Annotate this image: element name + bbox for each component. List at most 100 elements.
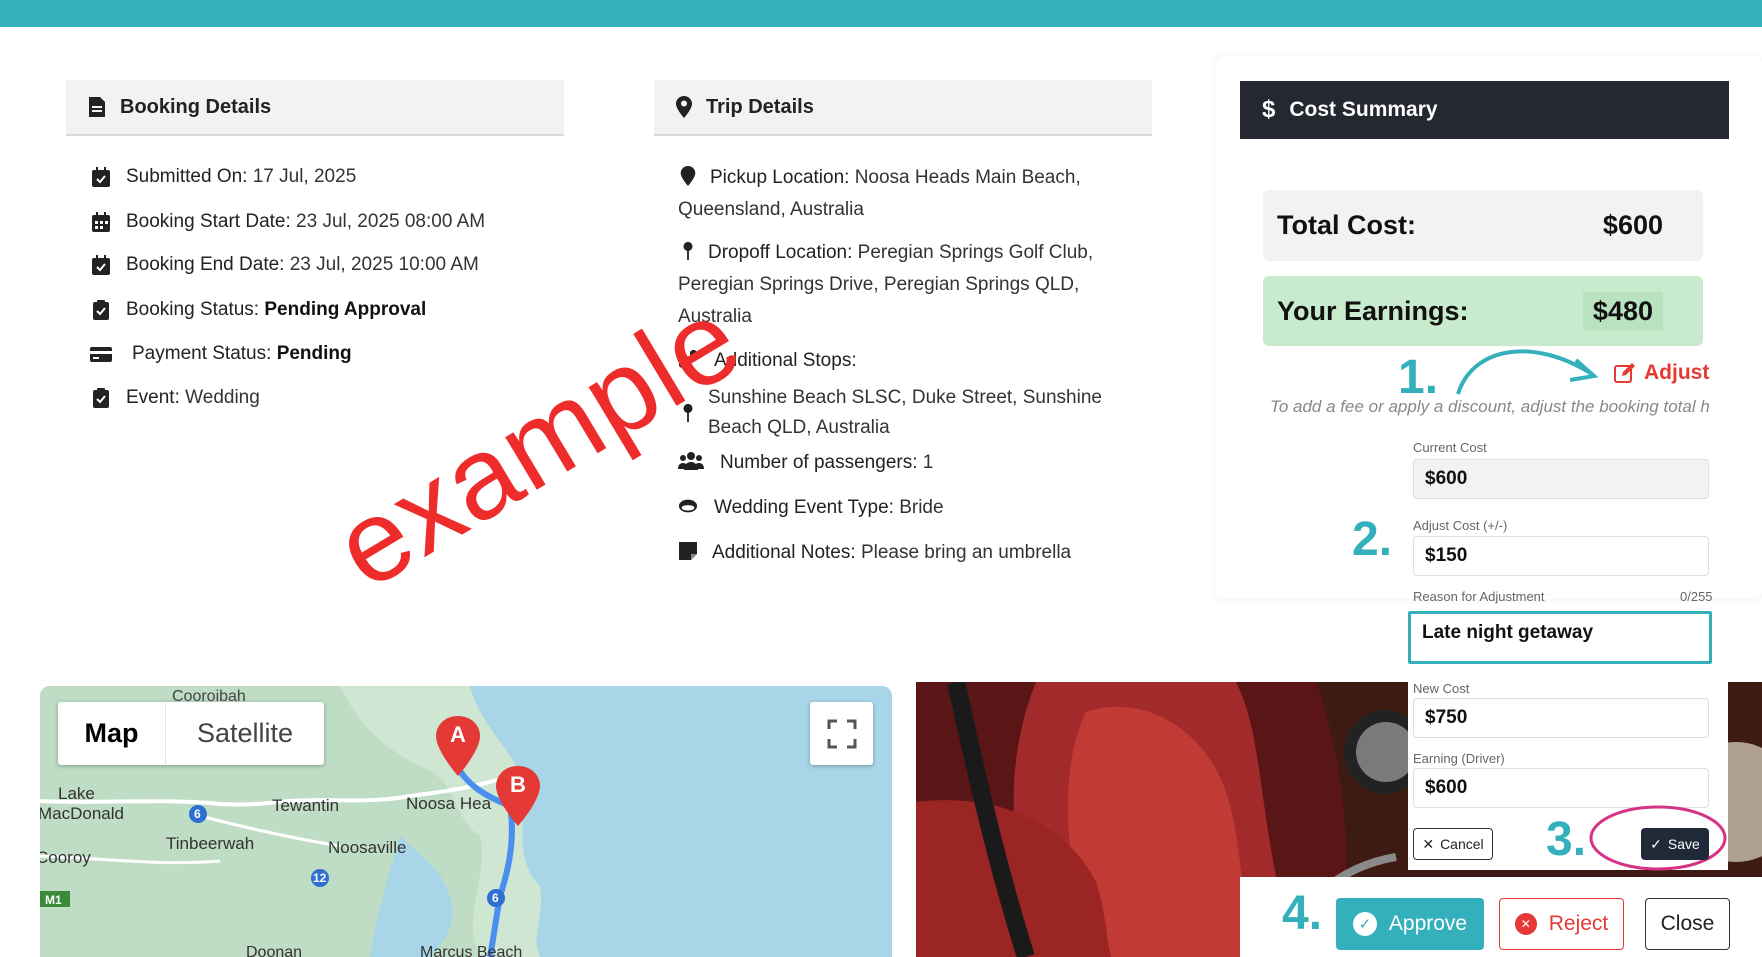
dropoff-line1: Peregian Springs Golf Club, (857, 242, 1094, 263)
new-cost-value: $750 (1425, 707, 1468, 728)
earnings-label: Your Earnings: (1277, 295, 1469, 326)
booking-status-label: Booking Status: (126, 299, 260, 320)
stop-line1: Sunshine Beach SLSC, Duke Street, Sunshi… (708, 387, 1102, 408)
earnings-box: Your Earnings: $480 (1263, 276, 1703, 346)
passengers-value: 1 (922, 452, 934, 473)
dropoff-row: Dropoff Location: Peregian Springs Golf … (678, 237, 1138, 333)
ring-icon (678, 499, 698, 513)
calendar-check-icon (92, 255, 110, 276)
submitted-label: Submitted On: (126, 166, 248, 187)
map-pin-icon (683, 241, 693, 261)
passengers-label: Number of passengers: (720, 452, 918, 473)
submitted-row: Submitted On: 17 Jul, 2025 (90, 166, 356, 189)
adjust-cost-label: Adjust Cost (+/-) (1413, 518, 1508, 533)
submitted-value: 17 Jul, 2025 (252, 166, 357, 187)
check-circle-icon: ✓ (1352, 912, 1377, 936)
reject-label: Reject (1548, 912, 1609, 935)
stop-line2: Beach QLD, Australia (708, 417, 890, 438)
clipboard-check-icon (93, 300, 109, 321)
event-row: Event: Wedding (90, 387, 260, 410)
booking-status-row: Booking Status: Pending Approval (90, 299, 426, 322)
adjust-cost-value: $150 (1425, 545, 1468, 566)
end-date-label: Booking End Date: (126, 254, 285, 275)
cancel-label: Cancel (1440, 836, 1484, 852)
wedding-type-value: Bride (899, 497, 944, 518)
start-date-row: Booking Start Date: 23 Jul, 2025 08:00 A… (90, 211, 485, 234)
earnings-value: $480 (1582, 291, 1663, 331)
save-label: Save (1667, 836, 1700, 852)
earning-driver-field: $600 (1413, 768, 1709, 808)
booking-details-title: Booking Details (120, 95, 272, 118)
reject-button[interactable]: ✕ Reject (1499, 898, 1624, 950)
reason-textarea[interactable]: Late night getaway (1408, 611, 1712, 664)
map-marker-icon (680, 166, 696, 186)
adjust-cost-input[interactable]: $150 (1413, 536, 1709, 576)
step-2-marker: 2. (1352, 513, 1393, 566)
total-cost-box: Total Cost: $600 (1263, 190, 1703, 261)
earning-driver-value: $600 (1425, 777, 1468, 798)
route-shield-1: 6 (194, 807, 201, 821)
start-date-value: 23 Jul, 2025 08:00 AM (296, 211, 486, 232)
current-cost-field: $600 (1413, 459, 1709, 499)
clipboard-check-icon (93, 388, 109, 409)
map-pin-icon (676, 96, 692, 118)
place-label: Lake (58, 784, 95, 803)
wedding-type-label: Wedding Event Type: (714, 497, 894, 518)
reason-char-count: 0/255 (1680, 589, 1713, 604)
approve-button[interactable]: ✓ Approve (1336, 898, 1484, 950)
route-shield-3: 6 (492, 891, 499, 905)
dropoff-label: Dropoff Location: (708, 242, 853, 263)
payment-status-label: Payment Status: (132, 343, 272, 364)
marker-b-label[interactable]: B (510, 772, 526, 798)
top-bar (0, 0, 1762, 27)
notes-value: Please bring an umbrella (860, 542, 1072, 563)
adjust-label: Adjust (1644, 361, 1710, 384)
document-icon (89, 97, 105, 117)
motorway-label: M1 (45, 893, 62, 907)
step-4-marker: 4. (1282, 887, 1323, 940)
place-label: Marcus Beach (420, 944, 523, 957)
place-label: Noosaville (328, 838, 407, 857)
arrow-annotation (1456, 349, 1599, 395)
payment-status-row: Payment Status: Pending (90, 343, 352, 366)
trip-details-title: Trip Details (706, 95, 814, 118)
notes-label: Additional Notes: (712, 542, 856, 563)
marker-a-label[interactable]: A (450, 722, 466, 748)
tab-map[interactable]: Map (58, 702, 166, 765)
close-icon: ✕ (1422, 835, 1435, 852)
cost-summary-header: $ Cost Summary (1240, 81, 1729, 139)
approve-label: Approve (1388, 912, 1468, 935)
place-label: MacDonald (40, 804, 124, 823)
fullscreen-icon (827, 719, 856, 748)
total-cost-value: $600 (1602, 210, 1663, 240)
earning-driver-label: Earning (Driver) (1413, 751, 1505, 766)
place-label: Tinbeerwah (166, 834, 255, 853)
route-shield-2: 12 (313, 871, 327, 885)
adjust-hint: To add a fee or apply a discount, adjust… (1270, 397, 1710, 416)
tab-satellite[interactable]: Satellite (166, 702, 324, 765)
save-button[interactable]: ✓ Save (1641, 828, 1709, 860)
reason-value: Late night getaway (1422, 622, 1594, 643)
cost-summary-title: Cost Summary (1289, 98, 1438, 121)
new-cost-field: $750 (1413, 698, 1709, 738)
end-date-value: 23 Jul, 2025 10:00 AM (289, 254, 479, 275)
pickup-line2: Queensland, Australia (678, 199, 864, 220)
passengers-row: Number of passengers: 1 (678, 447, 1138, 479)
edit-icon (1614, 363, 1635, 383)
pickup-line1: Noosa Heads Main Beach, (854, 167, 1081, 188)
dollar-icon: $ (1262, 96, 1276, 123)
current-cost-value: $600 (1425, 468, 1468, 489)
calendar-check-icon (92, 167, 110, 188)
place-label: Doonan (246, 944, 303, 957)
fullscreen-button[interactable] (810, 702, 873, 765)
calendar-icon (92, 212, 110, 233)
reason-label: Reason for Adjustment (1413, 589, 1545, 604)
cancel-button[interactable]: ✕ Cancel (1413, 828, 1493, 860)
pickup-row: Pickup Location: Noosa Heads Main Beach,… (678, 162, 1118, 226)
close-button[interactable]: Close (1645, 898, 1730, 950)
total-cost-label: Total Cost: (1277, 210, 1416, 240)
route-map[interactable]: 6 12 6 M1 A B Cooroibah Lake MacDonald T… (40, 686, 892, 957)
end-date-row: Booking End Date: 23 Jul, 2025 10:00 AM (90, 254, 479, 277)
adjust-button[interactable]: Adjust (1614, 361, 1709, 385)
booking-status-value: Pending Approval (264, 299, 427, 320)
